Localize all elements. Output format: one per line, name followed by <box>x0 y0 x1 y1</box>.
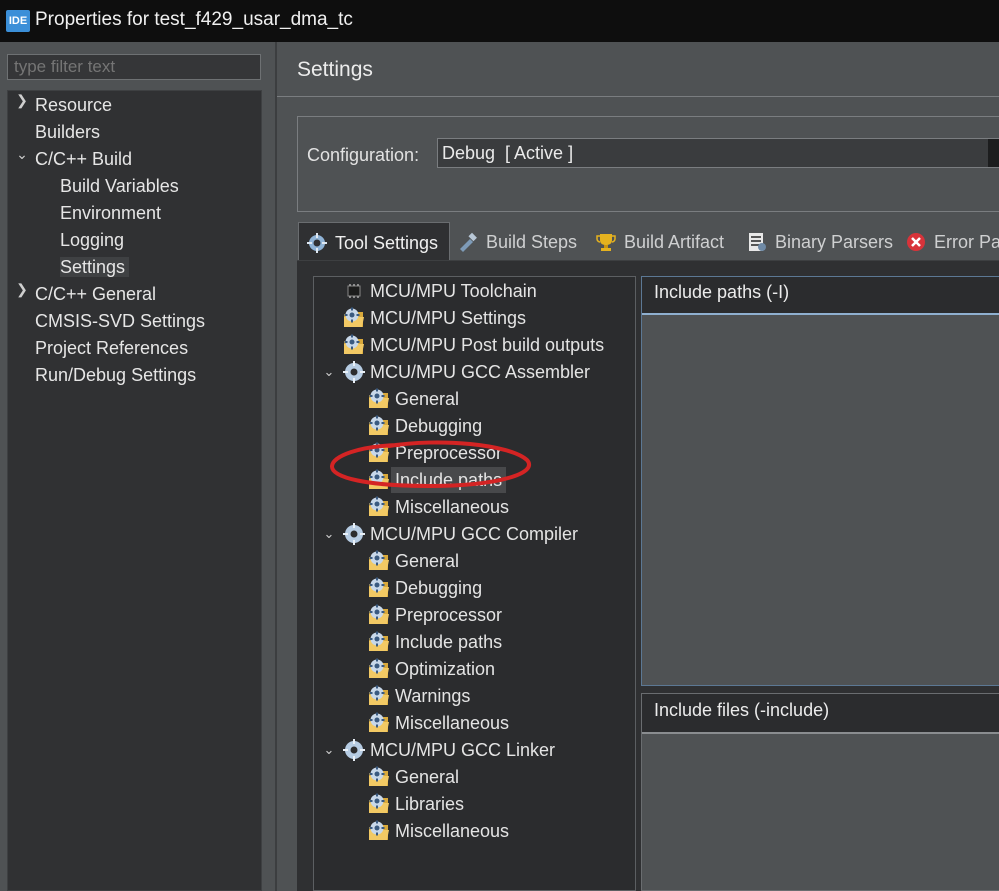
configuration-label: Configuration: <box>307 145 420 165</box>
settings-folder-icon <box>369 766 389 786</box>
settings-folder-icon <box>369 496 389 516</box>
nav-item-cmsis-svd[interactable]: CMSIS-SVD Settings <box>35 308 205 334</box>
app-icon: IDE <box>6 10 30 32</box>
nav-item-build-variables[interactable]: Build Variables <box>60 173 179 199</box>
binary-parsers-icon <box>749 233 766 251</box>
nav-item-logging[interactable]: Logging <box>60 227 124 253</box>
tab-tool-settings[interactable]: Tool Settings <box>298 222 450 260</box>
tab-label: Build Steps <box>486 232 578 252</box>
nav-item-label: C/C++ Build <box>35 149 133 169</box>
chevron-right-icon[interactable]: ❯ <box>14 92 30 118</box>
chevron-right-icon[interactable]: ❯ <box>14 281 30 307</box>
nav-item-label: Resource <box>35 95 113 115</box>
dropdown-button[interactable] <box>988 139 999 167</box>
settings-folder-icon <box>369 550 389 570</box>
nav-item-project-references[interactable]: Project References <box>35 335 188 361</box>
nav-item-environment[interactable]: Environment <box>60 200 161 226</box>
nav-item-cpp-build[interactable]: C/C++ Build <box>35 146 132 172</box>
tree-item-label: Libraries <box>395 794 465 814</box>
settings-folder-icon <box>369 658 389 678</box>
build-steps-icon <box>460 232 477 252</box>
tool-settings-tree: MCU/MPU Toolchain MCU/MPU Settings MCU/M… <box>313 276 636 891</box>
gear-icon <box>343 739 365 761</box>
tree-item-label: General <box>395 551 460 571</box>
tab-build-steps[interactable]: Build Steps <box>458 222 577 260</box>
tree-item-label: General <box>395 767 460 787</box>
include-paths-title: Include paths (-I) <box>654 282 790 302</box>
nav-item-label: Builders <box>35 122 101 142</box>
tree-item-label: MCU/MPU Settings <box>370 308 527 328</box>
tab-build-artifact[interactable]: Build Artifact <box>596 222 724 260</box>
nav-item-settings[interactable]: Settings <box>60 254 130 280</box>
tree-item-label: Include paths <box>395 632 503 652</box>
tree-item-label: MCU/MPU GCC Assembler <box>370 362 591 382</box>
chevron-down-icon[interactable]: ⌄ <box>321 521 337 547</box>
nav-item-label: Logging <box>60 230 125 250</box>
include-files-title: Include files (-include) <box>654 700 830 720</box>
settings-folder-icon <box>369 577 389 597</box>
tree-item-label: MCU/MPU Toolchain <box>370 281 537 301</box>
configuration-value: Debug [ Active ] <box>442 143 574 163</box>
nav-item-label: Environment <box>60 203 162 223</box>
nav-item-cpp-general[interactable]: C/C++ General <box>35 281 156 307</box>
settings-folder-icon <box>369 388 389 408</box>
tab-label: Binary Parsers <box>775 232 894 252</box>
chevron-down-icon[interactable]: ⌄ <box>321 737 337 763</box>
gear-icon <box>343 523 365 545</box>
tree-item-label: MCU/MPU GCC Linker <box>370 740 556 760</box>
tree-item-label: MCU/MPU Post build outputs <box>370 335 605 355</box>
chip-icon <box>347 284 361 298</box>
tab-label: Error Par <box>934 232 999 252</box>
filter-input[interactable] <box>7 54 261 80</box>
settings-folder-icon <box>369 631 389 651</box>
red-circle-annotation <box>330 440 531 488</box>
property-nav-tree: Resource ❯ Builders ⌄ C/C++ Build Build … <box>7 90 262 891</box>
nav-item-label: Run/Debug Settings <box>35 365 197 385</box>
gear-icon <box>343 361 365 383</box>
tab-error-parsers[interactable]: Error Par <box>906 222 999 260</box>
settings-folder-icon <box>369 712 389 732</box>
nav-item-resource[interactable]: Resource <box>35 92 112 118</box>
tree-item-label: Preprocessor <box>395 605 503 625</box>
tree-item-label: Miscellaneous <box>395 821 510 841</box>
tool-settings-icon <box>307 233 327 253</box>
window-title: Properties for test_f429_usar_dma_tc <box>35 9 353 30</box>
settings-folder-icon <box>344 307 364 327</box>
nav-item-label: C/C++ General <box>35 284 157 304</box>
tree-item-label: Debugging <box>395 416 483 436</box>
settings-folder-icon <box>369 793 389 813</box>
divider <box>277 96 999 97</box>
settings-folder-icon <box>369 604 389 624</box>
settings-folder-icon <box>369 820 389 840</box>
settings-folder-icon <box>369 415 389 435</box>
nav-item-builders[interactable]: Builders <box>35 119 100 145</box>
error-parsers-icon <box>907 233 925 251</box>
tree-item-label: Warnings <box>395 686 471 706</box>
include-paths-list[interactable] <box>641 276 999 686</box>
page-title: Settings <box>297 58 373 81</box>
trophy-icon <box>596 234 616 251</box>
tree-item-label: Optimization <box>395 659 496 679</box>
chevron-down-icon[interactable]: ⌄ <box>14 146 30 172</box>
annotation-stroke <box>330 440 531 488</box>
tree-item-label: Debugging <box>395 578 483 598</box>
tree-item-label: Miscellaneous <box>395 497 510 517</box>
nav-item-run-debug[interactable]: Run/Debug Settings <box>35 362 196 388</box>
tab-label: Build Artifact <box>624 232 725 252</box>
nav-item-label: Settings <box>60 257 130 277</box>
tree-item-label: MCU/MPU GCC Compiler <box>370 524 579 544</box>
nav-item-label: Build Variables <box>60 176 179 196</box>
tab-label: Tool Settings <box>335 233 439 253</box>
chevron-down-icon[interactable]: ⌄ <box>321 359 337 385</box>
pane-sash[interactable] <box>275 42 277 891</box>
nav-item-label: Project References <box>35 338 189 358</box>
settings-folder-icon <box>369 685 389 705</box>
tab-binary-parsers[interactable]: Binary Parsers <box>747 222 893 260</box>
settings-folder-icon <box>344 334 364 354</box>
tree-item-label: General <box>395 389 460 409</box>
nav-item-label: CMSIS-SVD Settings <box>35 311 206 331</box>
tree-item-label: Miscellaneous <box>395 713 510 733</box>
